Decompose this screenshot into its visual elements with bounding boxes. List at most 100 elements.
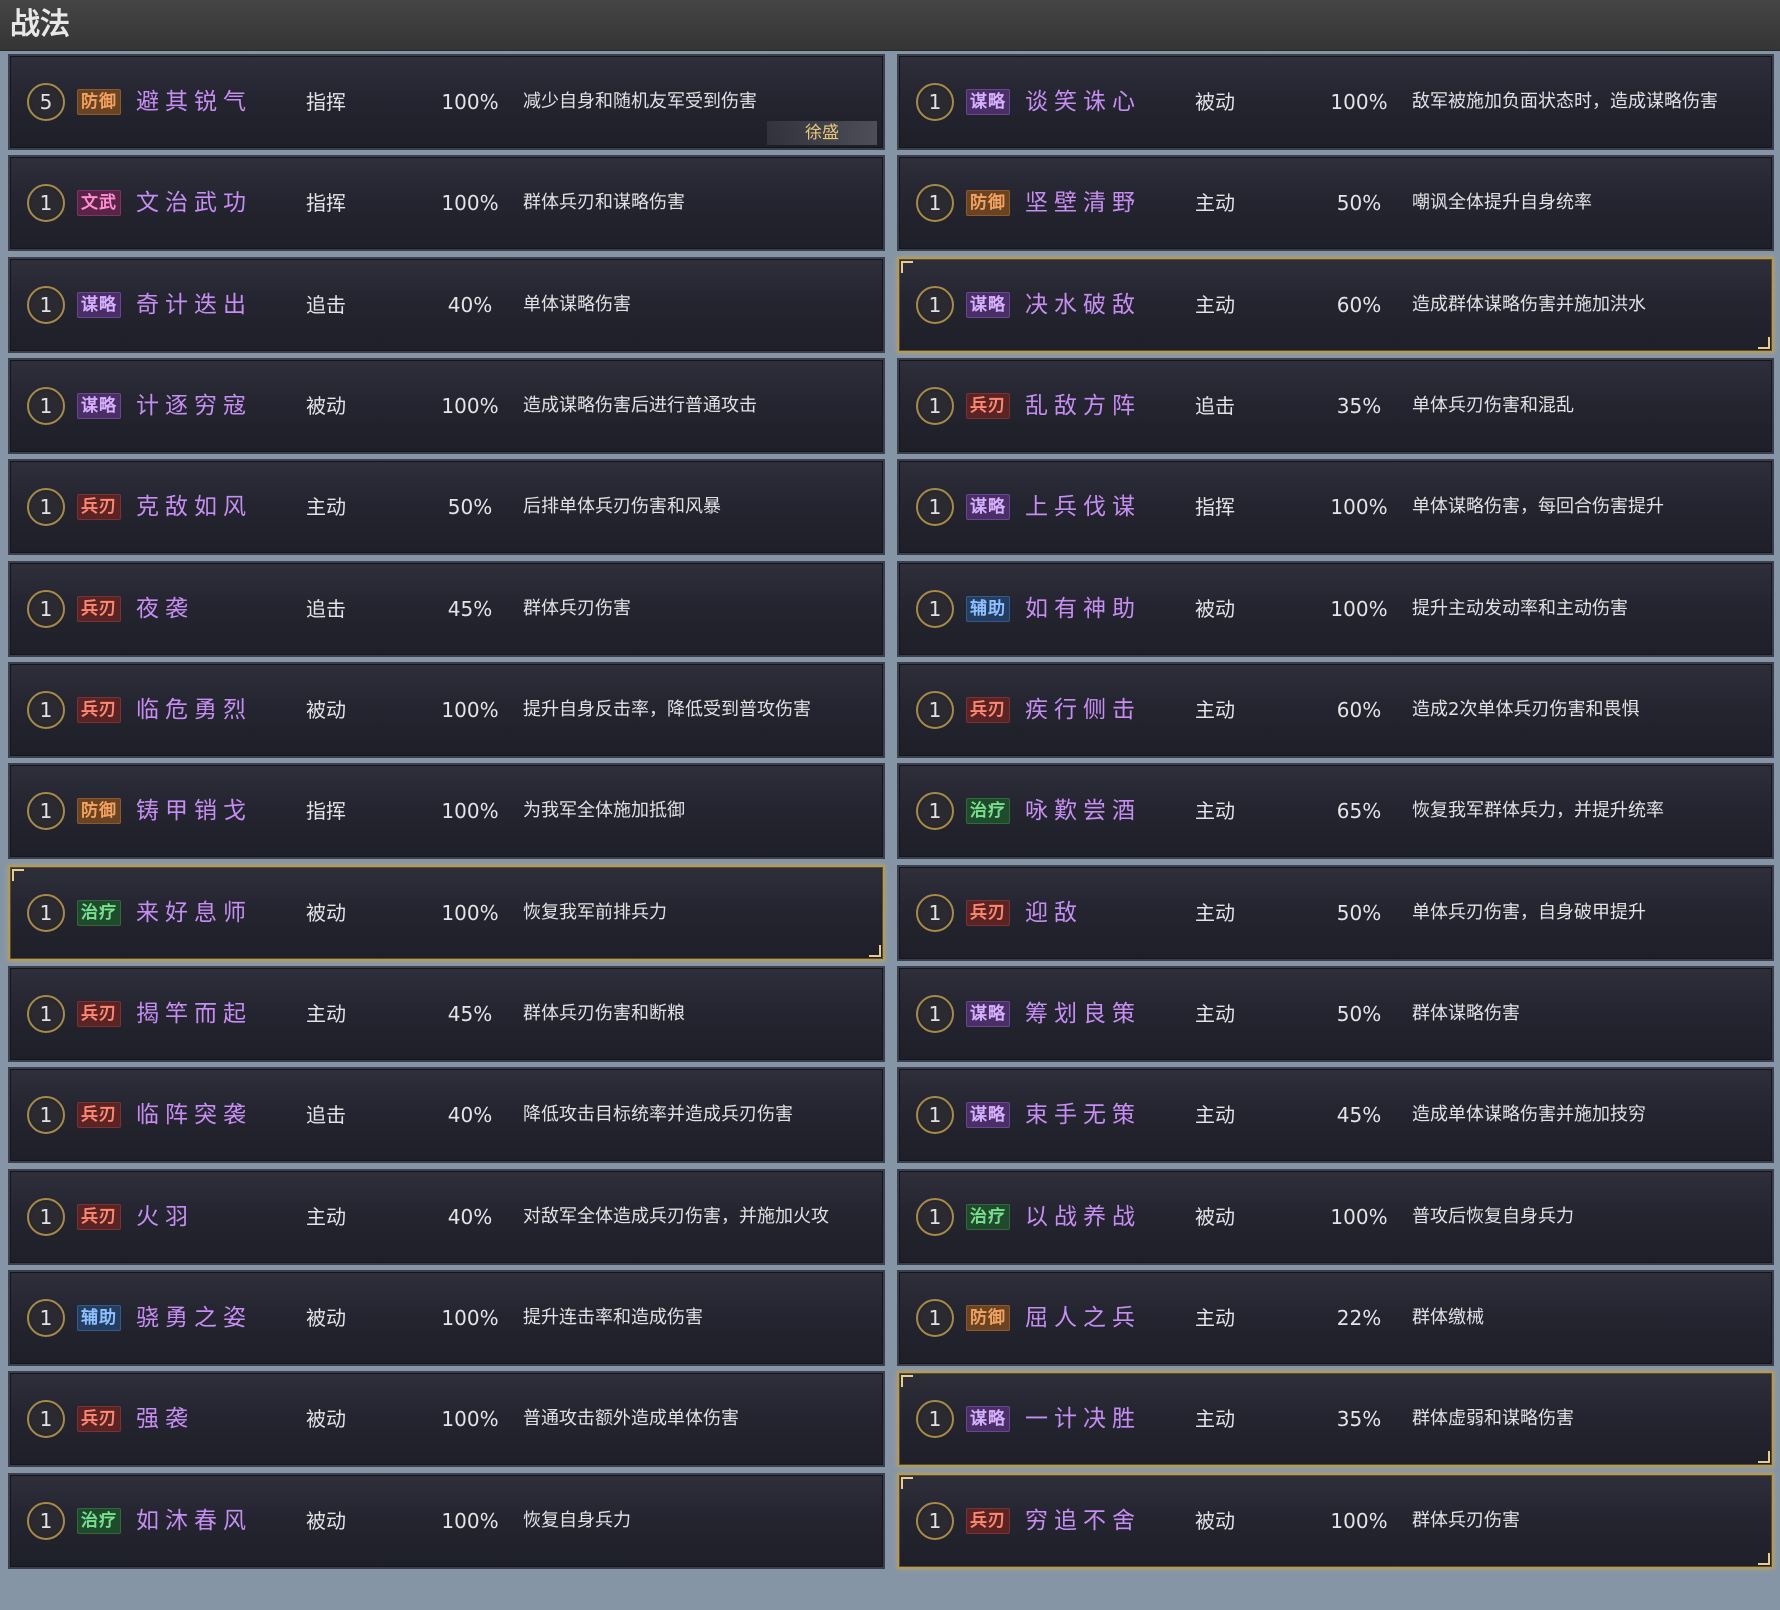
skill-category-tag: 防御 bbox=[966, 190, 1010, 217]
skill-level-badge: 1 bbox=[27, 792, 65, 831]
skill-trigger-rate: 45% bbox=[1336, 1103, 1382, 1128]
skill-card[interactable]: 1 谋略 束手无策 主动 45% 造成单体谋略伤害并施加技穷 bbox=[897, 1067, 1774, 1164]
skill-card[interactable]: 1 谋略 决水破敌 主动 60% 造成群体谋略伤害并施加洪水 bbox=[897, 256, 1774, 353]
skill-card[interactable]: 1 兵刃 乱敌方阵 追击 35% 单体兵刃伤害和混乱 bbox=[897, 358, 1774, 455]
skill-trigger-rate: 100% bbox=[441, 394, 499, 419]
skill-trigger-rate: 22% bbox=[1336, 1306, 1382, 1331]
skill-category-tag: 防御 bbox=[966, 1305, 1010, 1332]
skill-card[interactable]: 1 兵刃 迎敌 主动 50% 单体兵刃伤害，自身破甲提升 bbox=[897, 864, 1774, 961]
skill-type: 指挥 bbox=[306, 799, 346, 824]
skill-card[interactable]: 1 治疗 以战养战 被动 100% 普攻后恢复自身兵力 bbox=[897, 1168, 1774, 1265]
skill-card[interactable]: 1 谋略 筹划良策 主动 50% 群体谋略伤害 bbox=[897, 966, 1774, 1063]
skill-category-tag: 谋略 bbox=[77, 291, 121, 318]
skill-trigger-rate: 50% bbox=[1336, 1002, 1382, 1027]
skill-trigger-rate: 60% bbox=[1336, 292, 1382, 317]
skill-category-tag: 谋略 bbox=[966, 1001, 1010, 1028]
skill-trigger-rate: 100% bbox=[441, 1508, 499, 1533]
skill-card[interactable]: 1 谋略 谈笑诛心 被动 100% 敌军被施加负面状态时，造成谋略伤害 bbox=[897, 54, 1774, 150]
skill-name: 谈笑诛心 bbox=[1025, 89, 1141, 115]
skill-description: 降低攻击目标统率并造成兵刃伤害 bbox=[523, 1104, 793, 1126]
skill-name: 咏歎尝酒 bbox=[1025, 798, 1141, 825]
window-title-bar: 战法 bbox=[0, 0, 1780, 51]
skill-level-badge: 1 bbox=[27, 893, 65, 932]
skill-trigger-rate: 100% bbox=[441, 1407, 499, 1432]
skill-name: 避其锐气 bbox=[136, 89, 252, 115]
skill-category-tag: 兵刃 bbox=[966, 899, 1010, 926]
skill-name: 铸甲销戈 bbox=[136, 798, 252, 825]
skill-card[interactable]: 1 兵刃 强袭 被动 100% 普通攻击额外造成单体伤害 bbox=[8, 1371, 885, 1468]
skill-card[interactable]: 1 兵刃 疾行侧击 主动 60% 造成2次单体兵刃伤害和畏惧 bbox=[897, 662, 1774, 759]
skill-card[interactable]: 1 兵刃 穷追不舍 被动 100% 群体兵刃伤害 bbox=[897, 1472, 1774, 1569]
skill-trigger-rate: 45% bbox=[447, 1002, 493, 1027]
skill-description: 群体兵刃伤害 bbox=[1412, 1509, 1520, 1531]
skill-trigger-rate: 100% bbox=[441, 799, 499, 824]
skill-trigger-rate: 100% bbox=[1330, 495, 1388, 520]
skill-type: 主动 bbox=[1195, 292, 1235, 317]
skill-level-badge: 5 bbox=[27, 83, 65, 121]
skill-description: 单体兵刃伤害和混乱 bbox=[1412, 395, 1574, 417]
skill-name: 疾行侧击 bbox=[1025, 697, 1141, 724]
skill-category-tag: 兵刃 bbox=[77, 1406, 121, 1433]
skill-description: 提升自身反击率，降低受到普攻伤害 bbox=[523, 699, 811, 721]
skill-category-tag: 谋略 bbox=[966, 1406, 1010, 1433]
skill-type: 指挥 bbox=[306, 191, 346, 216]
skill-name: 上兵伐谋 bbox=[1025, 494, 1141, 521]
skill-description: 单体谋略伤害，每回合伤害提升 bbox=[1412, 496, 1664, 518]
skill-trigger-rate: 100% bbox=[1330, 1508, 1388, 1533]
skill-name: 克敌如风 bbox=[136, 494, 252, 521]
skill-description: 群体谋略伤害 bbox=[1412, 1003, 1520, 1025]
skill-level-badge: 1 bbox=[27, 1096, 65, 1135]
skill-category-tag: 兵刃 bbox=[77, 697, 121, 724]
skill-card[interactable]: 1 文武 文治武功 指挥 100% 群体兵刃和谋略伤害 bbox=[8, 155, 885, 252]
skill-card[interactable]: 1 防御 屈人之兵 主动 22% 群体缴械 bbox=[897, 1270, 1774, 1367]
skill-card[interactable]: 1 兵刃 揭竿而起 主动 45% 群体兵刃伤害和断粮 bbox=[8, 966, 885, 1063]
skill-category-tag: 治疗 bbox=[966, 798, 1010, 825]
skill-level-badge: 1 bbox=[916, 387, 954, 426]
skill-type: 被动 bbox=[306, 1407, 346, 1432]
skill-name: 筹划良策 bbox=[1025, 1001, 1141, 1028]
skill-level-badge: 1 bbox=[916, 691, 954, 730]
skill-type: 主动 bbox=[1195, 1103, 1235, 1128]
skill-description: 后排单体兵刃伤害和风暴 bbox=[523, 496, 721, 518]
skill-card[interactable]: 1 谋略 一计决胜 主动 35% 群体虚弱和谋略伤害 bbox=[897, 1371, 1774, 1468]
skill-card[interactable]: 1 谋略 计逐穷寇 被动 100% 造成谋略伤害后进行普通攻击 bbox=[8, 358, 885, 455]
skill-card[interactable]: 1 治疗 来好息师 被动 100% 恢复我军前排兵力 bbox=[8, 864, 885, 961]
skill-level-badge: 1 bbox=[27, 995, 65, 1034]
skill-name: 屈人之兵 bbox=[1025, 1305, 1141, 1332]
skill-card[interactable]: 1 兵刃 火羽 主动 40% 对敌军全体造成兵刃伤害，并施加火攻 bbox=[8, 1168, 885, 1265]
skill-category-tag: 谋略 bbox=[966, 1102, 1010, 1129]
skill-type: 主动 bbox=[1195, 900, 1235, 925]
skill-card[interactable]: 1 兵刃 临阵突袭 追击 40% 降低攻击目标统率并造成兵刃伤害 bbox=[8, 1067, 885, 1164]
skill-name: 来好息师 bbox=[136, 899, 252, 926]
skill-name: 如有神助 bbox=[1025, 595, 1141, 622]
skill-card[interactable]: 1 兵刃 夜袭 追击 45% 群体兵刃伤害 bbox=[8, 560, 885, 657]
skill-card[interactable]: 1 辅助 如有神助 被动 100% 提升主动发动率和主动伤害 bbox=[897, 560, 1774, 657]
skill-trigger-rate: 100% bbox=[1330, 90, 1388, 114]
skill-category-tag: 治疗 bbox=[77, 899, 121, 926]
skill-card[interactable]: 1 兵刃 临危勇烈 被动 100% 提升自身反击率，降低受到普攻伤害 bbox=[8, 662, 885, 759]
skill-description: 造成2次单体兵刃伤害和畏惧 bbox=[1412, 699, 1640, 721]
skill-name: 骁勇之姿 bbox=[136, 1305, 252, 1332]
skill-category-tag: 防御 bbox=[77, 798, 121, 825]
skill-card[interactable]: 1 辅助 骁勇之姿 被动 100% 提升连击率和造成伤害 bbox=[8, 1270, 885, 1367]
skill-card[interactable]: 1 防御 坚壁清野 主动 50% 嘲讽全体提升自身统率 bbox=[897, 155, 1774, 252]
skill-name: 奇计迭出 bbox=[136, 291, 252, 318]
skill-description: 群体虚弱和谋略伤害 bbox=[1412, 1408, 1574, 1430]
skill-card[interactable]: 1 谋略 奇计迭出 追击 40% 单体谋略伤害 bbox=[8, 256, 885, 353]
skill-type: 追击 bbox=[306, 1103, 346, 1128]
skill-category-tag: 兵刃 bbox=[77, 1001, 121, 1028]
skill-list: 5 防御 避其锐气 指挥 100% 减少自身和随机友军受到伤害 徐盛 1 文武 文治武功 指挥 100… bbox=[8, 54, 1774, 1569]
skill-card[interactable]: 1 防御 铸甲销戈 指挥 100% 为我军全体施加抵御 bbox=[8, 763, 885, 860]
skill-card[interactable]: 5 防御 避其锐气 指挥 100% 减少自身和随机友军受到伤害 徐盛 bbox=[8, 54, 885, 150]
skill-description: 单体兵刃伤害，自身破甲提升 bbox=[1412, 901, 1646, 923]
skill-trigger-rate: 100% bbox=[441, 900, 499, 925]
skill-description: 普通攻击额外造成单体伤害 bbox=[523, 1408, 739, 1430]
skill-card[interactable]: 1 治疗 咏歎尝酒 主动 65% 恢复我军群体兵力，并提升统率 bbox=[897, 763, 1774, 860]
skill-trigger-rate: 35% bbox=[1336, 1407, 1382, 1432]
skill-card[interactable]: 1 治疗 如沐春风 被动 100% 恢复自身兵力 bbox=[8, 1472, 885, 1569]
skill-card[interactable]: 1 兵刃 克敌如风 主动 50% 后排单体兵刃伤害和风暴 bbox=[8, 459, 885, 556]
skill-category-tag: 兵刃 bbox=[77, 595, 121, 622]
skill-trigger-rate: 100% bbox=[1330, 1204, 1388, 1229]
skill-description: 普攻后恢复自身兵力 bbox=[1412, 1205, 1574, 1227]
skill-card[interactable]: 1 谋略 上兵伐谋 指挥 100% 单体谋略伤害，每回合伤害提升 bbox=[897, 459, 1774, 556]
